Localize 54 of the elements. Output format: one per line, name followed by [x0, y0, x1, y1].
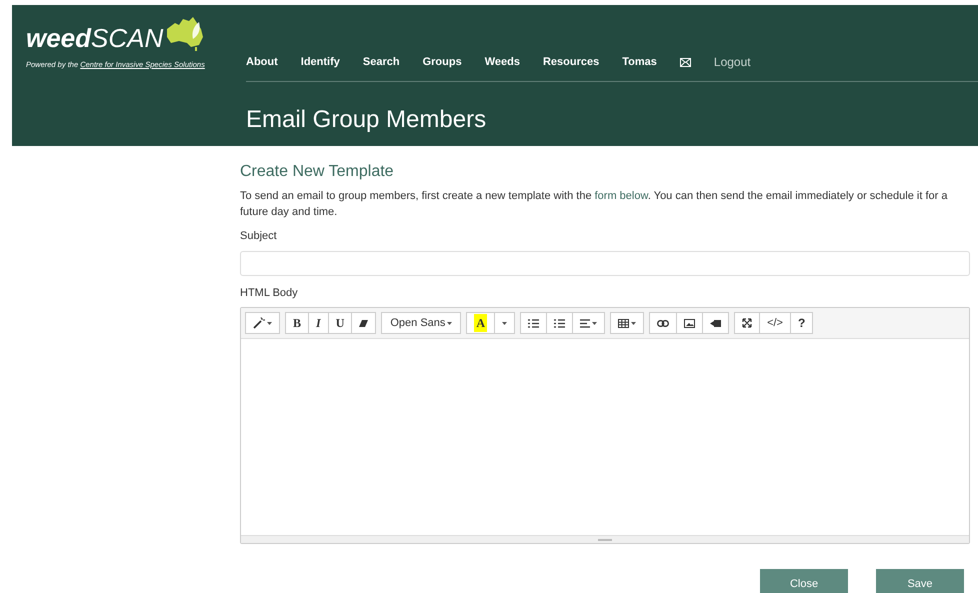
- help-button[interactable]: ?: [790, 312, 814, 334]
- eraser-icon: [359, 318, 368, 328]
- link-button[interactable]: [649, 312, 678, 334]
- align-icon: [580, 318, 590, 328]
- action-button[interactable]: Save: [876, 569, 964, 593]
- subject-field[interactable]: [240, 250, 970, 276]
- style-button[interactable]: [245, 312, 280, 334]
- caret-icon: [502, 322, 508, 324]
- caret-icon: [592, 322, 598, 324]
- numbered-list-icon: [554, 318, 566, 328]
- nav-link[interactable]: Resources: [542, 54, 600, 70]
- align-button[interactable]: [572, 312, 606, 334]
- caret-icon: [631, 322, 636, 324]
- image-button[interactable]: [676, 312, 704, 334]
- field-label: HTML Body: [240, 286, 299, 300]
- bullet-list-icon: [528, 318, 540, 328]
- nav-link[interactable]: Weeds: [484, 54, 520, 70]
- form-link[interactable]: form below: [594, 190, 648, 202]
- brand-logo[interactable]: weedSCAN: [26, 25, 164, 51]
- fullscreen-icon: [742, 318, 752, 328]
- table-button[interactable]: [610, 312, 644, 334]
- nav-link[interactable]: Tomas: [622, 54, 657, 70]
- text-color-button[interactable]: A: [466, 312, 496, 334]
- field-label: Subject: [240, 229, 278, 244]
- fullscreen-button[interactable]: [734, 312, 760, 334]
- nav-link[interactable]: About: [246, 54, 278, 70]
- video-button[interactable]: [702, 312, 730, 334]
- page-title: Email Group Members: [246, 105, 488, 135]
- nav-link[interactable]: Groups: [422, 54, 462, 70]
- nav-link[interactable]: Search: [362, 54, 400, 70]
- action-button[interactable]: Close: [760, 569, 848, 593]
- color-dropdown[interactable]: [494, 312, 516, 334]
- wand-icon: [253, 317, 265, 329]
- caret-icon: [267, 322, 272, 324]
- video-icon: [710, 320, 722, 326]
- underline-button[interactable]: U: [328, 312, 352, 334]
- nav-link[interactable]: Logout: [714, 53, 751, 71]
- nav-link[interactable]: Identify: [300, 54, 340, 70]
- clear-format-button[interactable]: [351, 312, 376, 334]
- link-icon: [657, 320, 670, 326]
- italic-button[interactable]: I: [308, 312, 329, 334]
- code-view-button[interactable]: </>: [759, 312, 791, 334]
- intro-text: To send an email to group members, first create a new template with the form below. You can then send the email immediately or schedule it for a future day and time.: [240, 189, 948, 220]
- numbered-list-button[interactable]: [546, 312, 574, 334]
- image-icon: [684, 318, 696, 328]
- font-dropdown[interactable]: Open Sans: [381, 312, 462, 334]
- bullet-list-button[interactable]: [520, 312, 548, 334]
- australia-leaf-icon: [165, 17, 206, 51]
- section-title: Create New Template: [240, 162, 395, 182]
- html-editor[interactable]: B I U Open Sans A </> ?: [240, 307, 970, 544]
- table-icon: [618, 318, 630, 328]
- mail-icon[interactable]: [680, 58, 691, 66]
- caret-icon: [447, 322, 452, 324]
- bold-button[interactable]: B: [285, 312, 310, 334]
